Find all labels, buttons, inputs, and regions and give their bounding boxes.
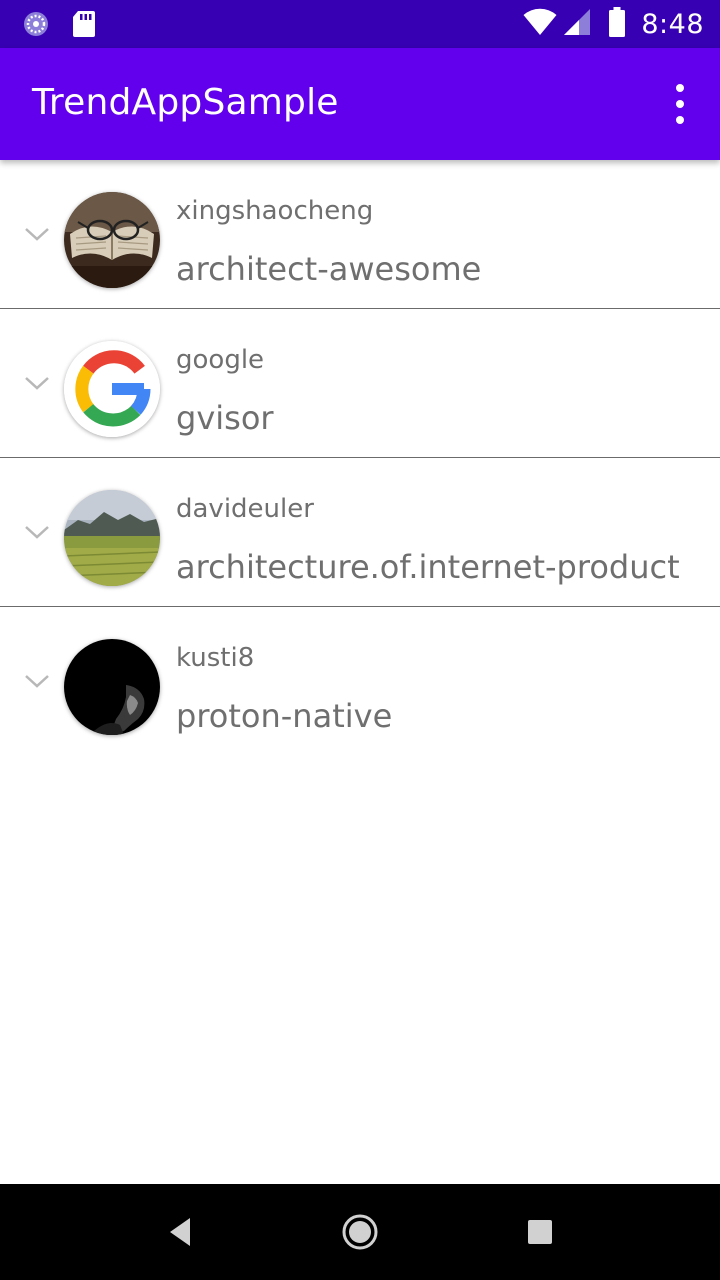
repo-name: architect-awesome — [176, 250, 482, 288]
recents-icon[interactable] — [526, 1212, 554, 1252]
repo-owner: xingshaocheng — [176, 196, 374, 226]
repo-name: proton-native — [176, 697, 393, 735]
home-icon[interactable] — [340, 1212, 380, 1252]
app-bar: TrendAppSample — [0, 48, 720, 160]
menu-dot — [676, 100, 684, 108]
landscape-photo — [64, 490, 160, 586]
avatar — [64, 341, 160, 437]
repo-owner: kusti8 — [176, 643, 255, 673]
status-right: 8:48 — [523, 0, 704, 48]
battery-icon — [609, 7, 626, 41]
repo-row[interactable]: kusti8 proton-native — [0, 607, 720, 755]
signal-icon — [563, 8, 591, 40]
menu-dot — [676, 116, 684, 124]
repo-row[interactable]: xingshaocheng architect-awesome — [0, 160, 720, 309]
dark-portrait-photo — [64, 639, 160, 735]
repo-row[interactable]: davideuler architecture.of.internet-prod… — [0, 458, 720, 607]
books-glasses-photo — [64, 192, 160, 288]
chevron-down-icon[interactable] — [24, 226, 50, 242]
chevron-down-icon[interactable] — [24, 673, 50, 689]
menu-dot — [676, 84, 684, 92]
clock: 8:48 — [641, 8, 704, 40]
status-bar: 8:48 — [0, 0, 720, 48]
navigation-bar — [0, 1184, 720, 1280]
repo-list: xingshaocheng architect-awesome google g… — [0, 160, 720, 755]
repo-name: gvisor — [176, 399, 274, 437]
app-title: TrendAppSample — [32, 82, 339, 123]
avatar — [64, 192, 160, 288]
wifi-icon — [523, 8, 557, 40]
repo-name: architecture.of.internet-product — [176, 548, 680, 586]
avatar — [64, 639, 160, 735]
chevron-down-icon[interactable] — [24, 375, 50, 391]
repo-owner: davideuler — [176, 494, 314, 524]
back-icon[interactable] — [166, 1212, 194, 1252]
sd-card-icon — [72, 10, 96, 42]
avatar — [64, 490, 160, 586]
repo-row[interactable]: google gvisor — [0, 309, 720, 458]
sync-icon — [22, 10, 50, 42]
chevron-down-icon[interactable] — [24, 524, 50, 540]
google-logo — [64, 341, 160, 437]
status-left — [22, 10, 96, 42]
more-vert-icon[interactable] — [664, 84, 696, 124]
repo-owner: google — [176, 345, 265, 375]
